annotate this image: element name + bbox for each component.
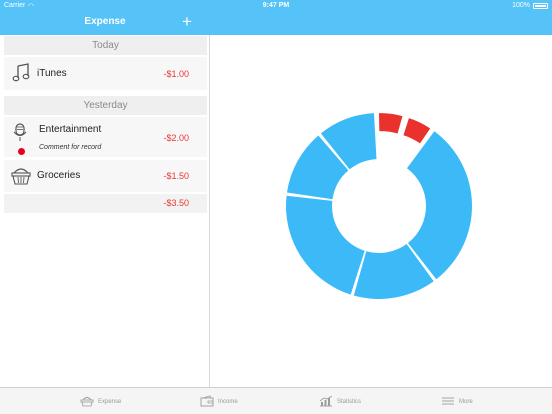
tab-statistics[interactable]: Statistics	[319, 388, 361, 414]
wallet-icon	[200, 395, 214, 409]
clock: 9:47 PM	[262, 2, 290, 9]
tab-bar: Expense Income Statistics More	[0, 387, 552, 414]
chart-icon	[319, 395, 333, 409]
item-amount: -$1.00	[163, 69, 189, 79]
tab-income[interactable]: Income	[200, 388, 238, 414]
menu-icon	[441, 395, 455, 409]
chart-panel	[211, 35, 552, 387]
music-note-icon	[12, 63, 30, 88]
basket-icon	[80, 395, 94, 409]
nav-title: Expense	[84, 16, 126, 27]
item-name: Entertainment	[39, 124, 102, 135]
donut-segment-selected[interactable]	[378, 113, 403, 134]
item-amount: -$1.50	[163, 171, 189, 181]
battery-icon	[533, 3, 548, 9]
donut-chart	[286, 113, 472, 299]
item-amount: -$2.00	[163, 133, 189, 143]
item-name: iTunes	[37, 68, 67, 79]
status-bar: Carrier ◠ 9:47 PM 100%	[0, 0, 552, 12]
donut-segment-entertainment[interactable]	[406, 131, 472, 280]
tab-label: Statistics	[337, 398, 362, 405]
tab-label: More	[459, 398, 473, 405]
top-bar: Carrier ◠ 9:47 PM 100% Expense +	[0, 0, 552, 35]
tab-label: Income	[218, 398, 238, 405]
item-comment: Comment for record	[39, 144, 102, 151]
list-item-groceries[interactable]: Groceries -$1.50	[4, 160, 207, 192]
tab-more[interactable]: More	[441, 388, 473, 414]
battery-percent: 100%	[512, 2, 530, 9]
plus-icon[interactable]: +	[182, 13, 192, 30]
section-total: -$3.50	[4, 194, 207, 213]
list-item-itunes[interactable]: iTunes -$1.00	[4, 57, 207, 90]
donut-segment-selected-2[interactable]	[403, 118, 431, 144]
list-item-entertainment[interactable]: Entertainment Comment for record -$2.00	[4, 117, 207, 157]
item-name: Groceries	[37, 170, 81, 181]
tab-label: Expense	[98, 398, 122, 405]
basket-icon	[10, 165, 32, 190]
total-amount: -$3.50	[163, 198, 189, 208]
tab-expense[interactable]: Expense	[80, 388, 121, 414]
expense-list: Today iTunes -$1.00 Yesterday Entertainm…	[0, 35, 210, 387]
section-header-today: Today	[4, 36, 207, 55]
section-header-yesterday: Yesterday	[4, 96, 207, 115]
donut-segment-groceries[interactable]	[286, 195, 365, 295]
microphone-icon	[13, 123, 27, 148]
app-screen: Carrier ◠ 9:47 PM 100% Expense + Today i…	[0, 0, 552, 414]
record-indicator-icon	[18, 148, 25, 155]
